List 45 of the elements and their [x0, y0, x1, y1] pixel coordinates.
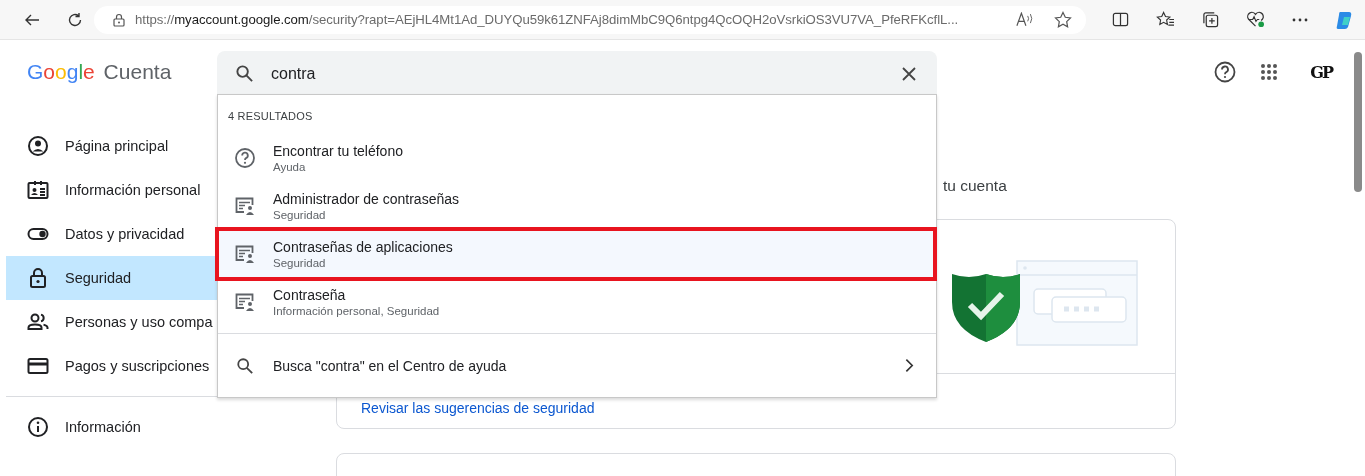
google-account-logo[interactable]: Google Cuenta: [6, 60, 217, 84]
result-category: Seguridad: [273, 209, 327, 221]
profile-circle-icon: [27, 135, 49, 157]
search-result[interactable]: Contraseñas de aplicaciones Seguridad: [218, 230, 934, 278]
result-category: Seguridad: [273, 257, 327, 269]
search-icon: [236, 356, 254, 375]
split-screen-icon[interactable]: [1112, 11, 1129, 28]
help-icon[interactable]: [1214, 61, 1237, 83]
page-subtitle: tu cuenta: [943, 177, 1007, 194]
result-category: Información personal, Seguridad: [273, 305, 440, 317]
lock-icon: [27, 267, 49, 289]
chevron-right-icon: [905, 358, 914, 373]
form-person-icon: [234, 243, 256, 265]
star-icon[interactable]: [1054, 10, 1072, 29]
result-category: Ayuda: [273, 161, 307, 173]
reload-icon[interactable]: [67, 11, 83, 28]
review-suggestions-link[interactable]: Revisar las sugerencias de seguridad: [361, 400, 595, 416]
url-text: https://myaccount.google.com/security?rapt=AEjHL4Mt1Ad_DUYQu59k61ZNFAj8dimMbC9Q6ntpg4QcOQH2oVsrkiOS3VU7VA_PfeRFKcflL...: [135, 12, 960, 27]
apps-grid-icon[interactable]: [1260, 63, 1279, 81]
info-icon: [27, 416, 49, 438]
people-icon: [27, 311, 49, 333]
more-icon[interactable]: [1292, 17, 1308, 22]
form-person-icon: [234, 195, 256, 217]
help-icon: [234, 147, 256, 169]
form-person-icon: [234, 291, 256, 313]
account-avatar[interactable]: GP: [1310, 62, 1332, 82]
credit-card-icon: [27, 355, 49, 377]
result-title: Contraseñas de aplicaciones: [273, 239, 453, 255]
close-icon[interactable]: [902, 66, 916, 81]
heart-pulse-icon[interactable]: [1246, 11, 1265, 28]
search-field[interactable]: contra: [217, 50, 937, 97]
result-title: Encontrar tu teléfono: [273, 143, 403, 159]
favorites-icon[interactable]: [1156, 11, 1175, 28]
search-result[interactable]: Encontrar tu teléfono Ayuda: [218, 134, 936, 182]
sidebar-item[interactable]: Información: [6, 405, 326, 449]
search-result[interactable]: Administrador de contraseñas Seguridad: [218, 182, 936, 230]
read-aloud-icon[interactable]: [1016, 12, 1034, 27]
results-count: 4 RESULTADOS: [227, 109, 314, 124]
search-icon: [235, 64, 254, 83]
lock-icon: [113, 12, 125, 27]
help-center-search-item[interactable]: Busca "contra" en el Centro de ayuda: [218, 333, 936, 397]
id-card-icon: [27, 179, 49, 201]
address-bar[interactable]: https://myaccount.google.com/security?rapt=AEjHL4Mt1Ad_DUYQu59k61ZNFAj8dimMbC9Q6ntpg4QcOQH2oVsrkiOS3VU7VA_PfeRFKcflL...: [94, 5, 1086, 34]
collections-icon[interactable]: [1202, 11, 1219, 28]
result-title: Administrador de contraseñas: [273, 191, 459, 207]
